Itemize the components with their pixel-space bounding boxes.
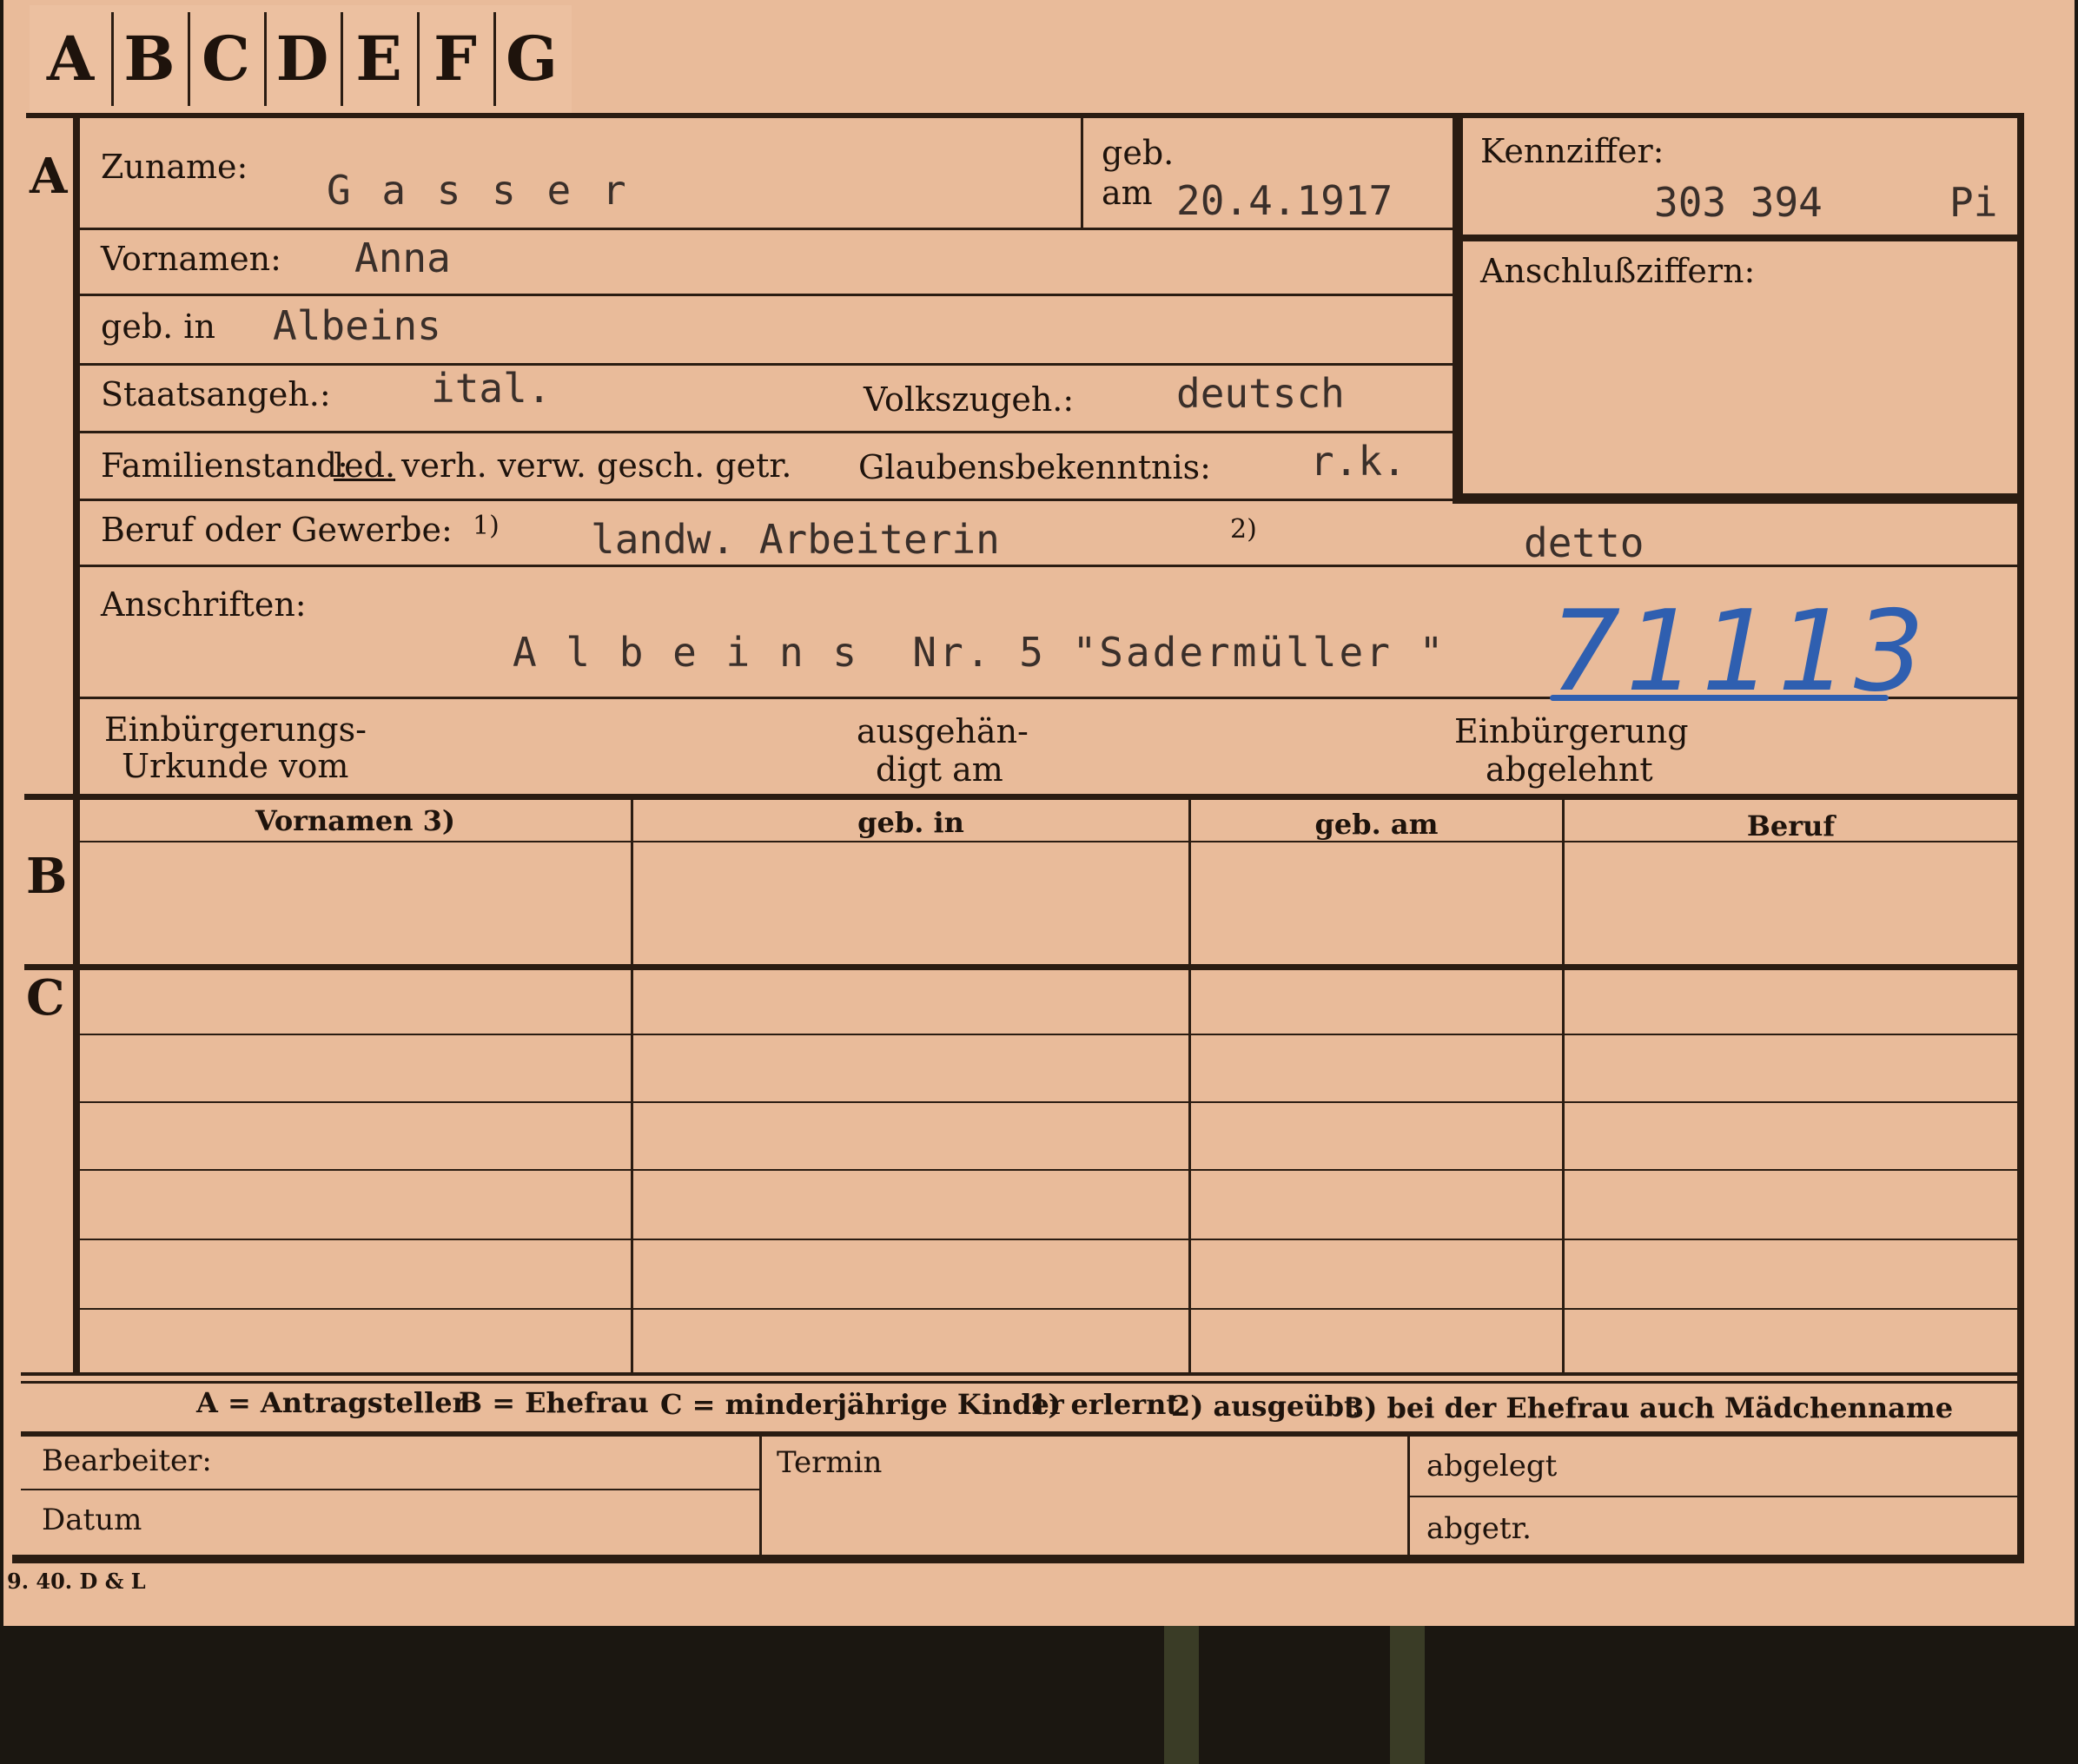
einbuergerungsurkunde-label-2: Urkunde vom xyxy=(122,747,349,785)
legend-footnote-2: 2) ausgeübt xyxy=(1171,1390,1357,1423)
section-b-top xyxy=(24,794,2017,800)
beruf-value-learned: landw. Arbeiterin xyxy=(591,516,1000,563)
zuname-value: G a s s e r xyxy=(327,167,630,214)
row-line xyxy=(80,1308,2017,1310)
tab-b[interactable]: B xyxy=(111,12,185,106)
einbuergerungsurkunde-label-1: Einbürgerungs- xyxy=(104,710,367,749)
staatsangehoerigkeit-label: Staatsangeh.: xyxy=(101,375,331,413)
tab-g[interactable]: G xyxy=(493,12,567,106)
am-label: am xyxy=(1102,174,1153,212)
kennziffer-box-bottom xyxy=(1453,493,2017,504)
print-note: 9. 40. D & L xyxy=(7,1569,146,1594)
col-header-geb-in: geb. in xyxy=(857,806,964,839)
frame-left xyxy=(73,113,80,1372)
row-line xyxy=(80,228,1453,230)
staatsangehoerigkeit-value: ital. xyxy=(431,365,552,412)
col-header-geb-am: geb. am xyxy=(1314,808,1439,841)
legend-c: C = minderjährige Kinder xyxy=(660,1388,1064,1421)
col-divider xyxy=(1188,800,1191,1373)
abgelegt-label: abgelegt xyxy=(1426,1449,1558,1483)
ausgehaendigt-label-2: digt am xyxy=(876,750,1003,789)
row-line xyxy=(80,1169,2017,1171)
section-c-top xyxy=(24,964,2017,970)
footer-row-line xyxy=(21,1489,759,1490)
beruf-footnote-1: 1) xyxy=(473,511,500,541)
tab-c[interactable]: C xyxy=(188,12,261,106)
tab-d[interactable]: D xyxy=(264,12,338,106)
footer-divider xyxy=(759,1437,762,1555)
familienstand-label: Familienstand: xyxy=(101,446,348,485)
tab-a[interactable]: A xyxy=(35,12,106,106)
tab-f[interactable]: F xyxy=(417,12,491,106)
einbuergerung-abgelehnt-label-1: Einbürgerung xyxy=(1454,712,1689,750)
abgetr-label: abgetr. xyxy=(1426,1511,1532,1546)
legend-a: A = Antragsteller xyxy=(196,1386,467,1419)
row-line xyxy=(80,431,1453,433)
footer-row-line xyxy=(1410,1496,2017,1497)
row-line xyxy=(80,363,1453,366)
background-stripe xyxy=(1390,1626,1425,1764)
familienstand-selected: led. xyxy=(334,446,396,485)
vornamen-value: Anna xyxy=(354,235,451,281)
kennziffer-value: 303 394 xyxy=(1654,179,1823,226)
bearbeiter-label: Bearbeiter: xyxy=(42,1444,212,1478)
background-stripe xyxy=(1164,1626,1199,1764)
kennziffer-label: Kennziffer: xyxy=(1480,132,1664,170)
row-line xyxy=(80,1101,2017,1103)
gebin-value: Albeins xyxy=(273,302,441,349)
vornamen-label: Vornamen: xyxy=(101,240,281,278)
handwritten-underline xyxy=(1550,695,1889,701)
geb-label: geb. xyxy=(1102,134,1175,172)
beruf-footnote-2: 2) xyxy=(1230,514,1257,545)
einbuergerung-abgelehnt-label-2: abgelehnt xyxy=(1486,750,1653,789)
row-line xyxy=(80,499,1453,501)
geb-date-value: 20.4.1917 xyxy=(1176,177,1393,224)
kennziffer-box-divider xyxy=(1463,235,2017,241)
anschriften-label: Anschriften: xyxy=(101,585,307,624)
frame-top xyxy=(26,113,2024,118)
row-line xyxy=(80,565,2017,567)
anschlussziffern-label: Anschlußziffern: xyxy=(1480,252,1756,290)
volkszugehoerigkeit-label: Volkszugeh.: xyxy=(864,380,1075,419)
beruf-label: Beruf oder Gewerbe: xyxy=(101,511,453,549)
col-divider xyxy=(1562,800,1565,1373)
registration-card: A B C D E F G A Zuname: G a s s e r geb.… xyxy=(3,0,2075,1626)
frame-bottom xyxy=(12,1555,2024,1563)
frame-right xyxy=(2017,113,2024,1563)
row-line xyxy=(80,1239,2017,1240)
familienstand-options: verh. verw. gesch. getr. xyxy=(401,446,792,485)
legend-top xyxy=(21,1372,2017,1376)
zuname-label: Zuname: xyxy=(101,148,248,186)
legend-top-2 xyxy=(21,1381,2017,1384)
section-c-letter: C xyxy=(26,969,65,1027)
legend-footnote-1: 1) erlernt xyxy=(1029,1388,1180,1421)
volkszugehoerigkeit-value: deutsch xyxy=(1176,370,1345,417)
glaubensbekenntnis-label: Glaubensbekenntnis: xyxy=(858,448,1211,486)
glaubensbekenntnis-value: r.k. xyxy=(1310,438,1406,485)
col-header-vornamen: Vornamen 3) xyxy=(255,804,456,837)
col-divider xyxy=(631,800,633,1373)
legend-b: B = Ehefrau xyxy=(459,1386,649,1419)
ausgehaendigt-label-1: ausgehän- xyxy=(857,712,1029,750)
datum-label: Datum xyxy=(42,1503,142,1537)
section-a-letter: A xyxy=(30,148,68,205)
gebin-label: geb. in xyxy=(101,307,215,346)
tab-e[interactable]: E xyxy=(341,12,414,106)
beruf-value-practiced: detto xyxy=(1524,519,1645,566)
row-line xyxy=(80,294,1453,296)
section-b-letter: B xyxy=(26,848,68,905)
col-header-beruf: Beruf xyxy=(1746,809,1836,842)
termin-label: Termin xyxy=(777,1445,883,1480)
footer-top xyxy=(21,1431,2017,1437)
divider-vertical-geb xyxy=(1081,118,1083,228)
kennziffer-suffix: Pi xyxy=(1949,179,1998,226)
row-line xyxy=(80,1034,2017,1035)
kennziffer-box-left xyxy=(1453,118,1463,504)
anschrift-value: A l b e i n s Nr. 5 "Sadermüller " xyxy=(513,629,1446,676)
legend-footnote-3: 3) bei der Ehefrau auch Mädchenname xyxy=(1345,1391,1954,1424)
